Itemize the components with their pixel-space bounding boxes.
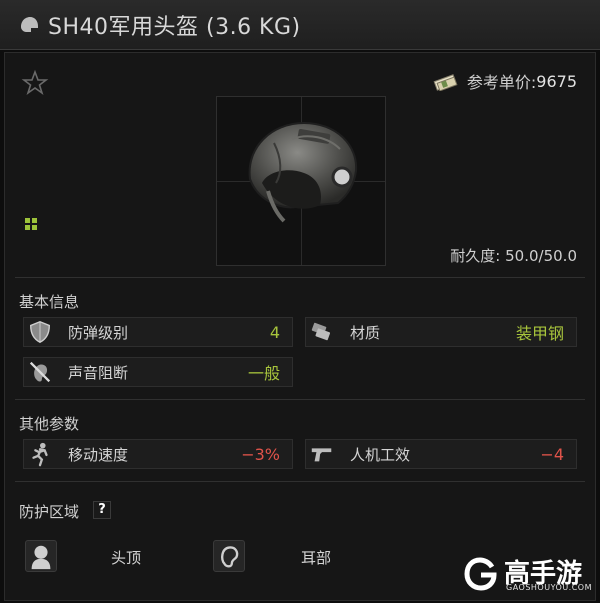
money-bundle-icon (433, 74, 458, 91)
durability: 耐久度: 50.0/50.0 (450, 245, 577, 266)
helmet-image (248, 121, 358, 223)
armor-plates-icon (308, 318, 336, 346)
item-image-frame (216, 96, 386, 266)
divider (15, 481, 585, 482)
divider (15, 399, 585, 400)
stat-label: 移动速度 (68, 445, 129, 464)
durability-label: 耐久度: (450, 247, 501, 265)
stat-label: 声音阻断 (68, 363, 129, 382)
watermark-logo (464, 557, 497, 591)
stat-armor-class: 防弹级别 4 (23, 317, 293, 347)
stat-label: 人机工效 (350, 445, 411, 464)
stat-value: 装甲钢 (515, 324, 564, 343)
stat-move-speed: 移动速度 −3% (23, 439, 293, 469)
stat-value: −4 (540, 444, 564, 464)
pistol-icon (308, 440, 336, 468)
price-value: 9675 (536, 71, 577, 91)
protection-title: 防护区域 (19, 503, 80, 521)
durability-value: 50.0/50.0 (505, 247, 577, 265)
stat-material: 材质 装甲钢 (305, 317, 577, 347)
head-icon (25, 540, 57, 572)
stat-label: 防弹级别 (68, 323, 129, 342)
stat-value: −3% (241, 444, 280, 464)
stat-sound-block: 声音阻断 一般 (23, 357, 293, 387)
ear-muted-icon (26, 358, 54, 386)
shield-icon (26, 318, 54, 346)
stat-label: 材质 (350, 323, 381, 342)
other-params-title: 其他参数 (19, 415, 80, 433)
stat-ergonomics: 人机工效 −4 (305, 439, 577, 469)
window-title: SH40军用头盔 (3.6 KG) (48, 14, 301, 40)
price-label: 参考单价: (466, 73, 537, 92)
basic-info-title: 基本信息 (19, 293, 80, 311)
watermark-sub: GAOSHOUYOU.COM (506, 583, 593, 592)
zone-label-ear: 耳部 (301, 549, 332, 567)
title-bar: SH40军用头盔 (3.6 KG) (0, 0, 600, 50)
zone-label-head: 头顶 (111, 549, 142, 567)
running-man-icon (26, 440, 54, 468)
star-outline-icon[interactable] (21, 69, 49, 97)
help-icon[interactable]: ? (93, 501, 111, 519)
ear-icon (213, 540, 245, 572)
grid-size-icon (25, 218, 37, 230)
divider (15, 277, 585, 278)
watermark: 高手游 GAOSHOUYOU.COM (462, 551, 592, 597)
reference-price: 参考单价: 9675 (433, 69, 577, 93)
item-panel: 参考单价: 9675 耐久度: 50.0/50.0 基本信息 防弹级别 4 材质… (4, 52, 596, 601)
stat-value: 4 (269, 322, 280, 342)
helmet-icon (21, 16, 38, 32)
stat-value: 一般 (247, 364, 280, 383)
